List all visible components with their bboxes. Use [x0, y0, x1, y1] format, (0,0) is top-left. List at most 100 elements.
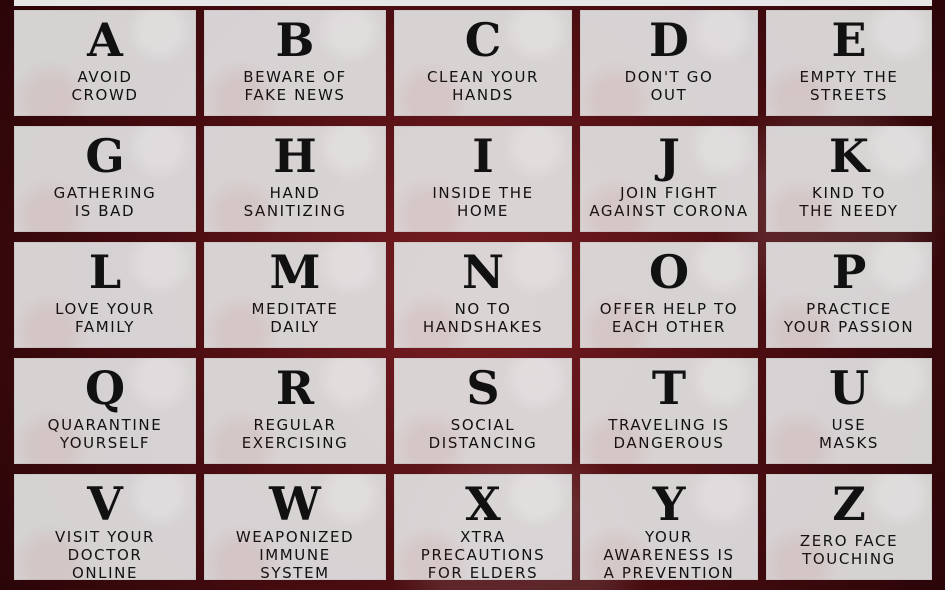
tile-phrase-line: SYSTEM — [260, 564, 330, 580]
tile-phrase-line: KIND TO — [812, 184, 886, 202]
tile-phrase-line: FAKE NEWS — [244, 86, 346, 104]
tile-letter: M — [269, 245, 321, 299]
tile-letter: U — [828, 361, 870, 415]
letter-tile-t: T TRAVELING IS DANGEROUS — [580, 358, 758, 464]
tile-phrase-line: AVOID — [77, 68, 133, 86]
tile-phrase: YOUR AWARENESS IS A PREVENTION — [582, 528, 756, 580]
letter-tile-a: A AVOID CROWD — [14, 10, 196, 116]
tile-phrase: BEWARE OF FAKE NEWS — [206, 68, 384, 104]
tile-phrase-line: SANITIZING — [243, 202, 347, 220]
tile-phrase-line: VISIT YOUR — [54, 528, 156, 546]
tile-phrase-line: THE NEEDY — [799, 202, 899, 220]
tile-letter: V — [87, 477, 123, 531]
tile-letter: H — [273, 129, 317, 183]
letter-tile-c: C CLEAN YOUR HANDS — [394, 10, 572, 116]
letter-tile-q: Q QUARANTINE YOURSELF — [14, 358, 196, 464]
tile-letter: W — [269, 477, 321, 531]
tile-phrase: AVOID CROWD — [16, 68, 194, 104]
tile-phrase-line: PRACTICE — [806, 300, 892, 318]
tile-phrase-line: IMMUNE — [259, 546, 331, 564]
tile-letter: R — [275, 361, 315, 415]
letter-tile-s: S SOCIAL DISTANCING — [394, 358, 572, 464]
letter-tile-y: Y YOUR AWARENESS IS A PREVENTION — [580, 474, 758, 580]
tile-phrase-line: DOCTOR — [67, 546, 143, 564]
tile-phrase-line: EACH OTHER — [611, 318, 727, 336]
letter-tile-d: D DON'T GO OUT — [580, 10, 758, 116]
tile-phrase-line: ONLINE — [71, 564, 139, 580]
tile-phrase-line: AWARENESS IS — [603, 546, 735, 564]
letter-tile-g: G GATHERING IS BAD — [14, 126, 196, 232]
tile-letter: G — [85, 129, 125, 183]
tile-phrase: GATHERING IS BAD — [16, 184, 194, 220]
tile-phrase-line: DISTANCING — [428, 434, 538, 452]
tile-phrase-line: LOVE YOUR — [55, 300, 155, 318]
letter-tile-j: J JOIN FIGHT AGAINST CORONA — [580, 126, 758, 232]
tile-phrase-line: HANDSHAKES — [422, 318, 544, 336]
tile-letter: J — [658, 129, 680, 183]
tile-letter: X — [465, 477, 501, 531]
tile-phrase-line: CROWD — [71, 86, 139, 104]
tile-phrase-line: XTRA — [460, 528, 506, 546]
tile-phrase-line: YOURSELF — [59, 434, 151, 452]
tile-letter: K — [829, 129, 869, 183]
tile-phrase-line: HOME — [457, 202, 509, 220]
tile-phrase-line: YOUR — [645, 528, 693, 546]
tile-phrase: DON'T GO OUT — [582, 68, 756, 104]
tile-phrase-line: TOUCHING — [802, 550, 896, 568]
tile-phrase-line: IS BAD — [74, 202, 136, 220]
letter-tile-r: R REGULAR EXERCISING — [204, 358, 386, 464]
tile-letter: C — [464, 13, 502, 67]
tile-phrase-line: PRECAUTIONS — [420, 546, 546, 564]
tile-phrase-line: NO TO — [454, 300, 512, 318]
letter-tile-n: N NO TO HANDSHAKES — [394, 242, 572, 348]
letter-tile-w: W WEAPONIZED IMMUNE SYSTEM — [204, 474, 386, 580]
tile-phrase-line: SOCIAL — [450, 416, 516, 434]
letter-tile-e: E EMPTY THE STREETS — [766, 10, 932, 116]
top-white-strip — [14, 0, 932, 6]
letter-tile-i: I INSIDE THE HOME — [394, 126, 572, 232]
tile-phrase-line: QUARANTINE — [47, 416, 163, 434]
letter-tile-l: L LOVE YOUR FAMILY — [14, 242, 196, 348]
tile-phrase-line: BEWARE OF — [243, 68, 347, 86]
tile-phrase-line: EXERCISING — [241, 434, 349, 452]
tile-phrase-line: DAILY — [270, 318, 320, 336]
tile-phrase: INSIDE THE HOME — [396, 184, 570, 220]
tile-letter: A — [87, 13, 123, 67]
tile-phrase: CLEAN YOUR HANDS — [396, 68, 570, 104]
tile-phrase-line: DON'T GO — [624, 68, 714, 86]
tile-phrase: WEAPONIZED IMMUNE SYSTEM — [206, 528, 384, 580]
tile-phrase: JOIN FIGHT AGAINST CORONA — [582, 184, 756, 220]
tile-phrase: HAND SANITIZING — [206, 184, 384, 220]
tile-phrase-line: FAMILY — [74, 318, 135, 336]
letter-tile-v: V VISIT YOUR DOCTOR ONLINE — [14, 474, 196, 580]
tile-phrase-line: DANGEROUS — [613, 434, 725, 452]
tile-letter: S — [466, 361, 500, 415]
tile-phrase: PRACTICE YOUR PASSION — [768, 300, 930, 336]
tile-phrase: MEDITATE DAILY — [206, 300, 384, 336]
tile-phrase-line: HANDS — [452, 86, 514, 104]
tile-phrase-line: JOIN FIGHT — [620, 184, 718, 202]
tile-letter: L — [88, 245, 122, 299]
tile-phrase: LOVE YOUR FAMILY — [16, 300, 194, 336]
tile-letter: Y — [652, 477, 686, 531]
tile-phrase-line: OFFER HELP TO — [599, 300, 739, 318]
tile-phrase: NO TO HANDSHAKES — [396, 300, 570, 336]
tile-phrase: SOCIAL DISTANCING — [396, 416, 570, 452]
tile-letter: T — [651, 361, 687, 415]
tile-phrase-line: FOR ELDERS — [427, 564, 539, 580]
tile-phrase: ZERO FACE TOUCHING — [768, 532, 930, 568]
tile-phrase: REGULAR EXERCISING — [206, 416, 384, 452]
tile-phrase-line: ZERO FACE — [799, 532, 899, 550]
letter-tile-u: U USE MASKS — [766, 358, 932, 464]
tile-letter: B — [275, 13, 315, 67]
tile-phrase: EMPTY THE STREETS — [768, 68, 930, 104]
tile-phrase-line: MASKS — [818, 434, 880, 452]
tile-phrase-line: OUT — [650, 86, 688, 104]
tile-phrase: XTRA PRECAUTIONS FOR ELDERS — [396, 528, 570, 580]
tile-letter: I — [472, 129, 494, 183]
tile-phrase: VISIT YOUR DOCTOR ONLINE — [16, 528, 194, 580]
tile-letter: Q — [84, 361, 126, 415]
tile-phrase-line: TRAVELING IS — [608, 416, 730, 434]
tile-phrase: USE MASKS — [768, 416, 930, 452]
letter-tile-b: B BEWARE OF FAKE NEWS — [204, 10, 386, 116]
